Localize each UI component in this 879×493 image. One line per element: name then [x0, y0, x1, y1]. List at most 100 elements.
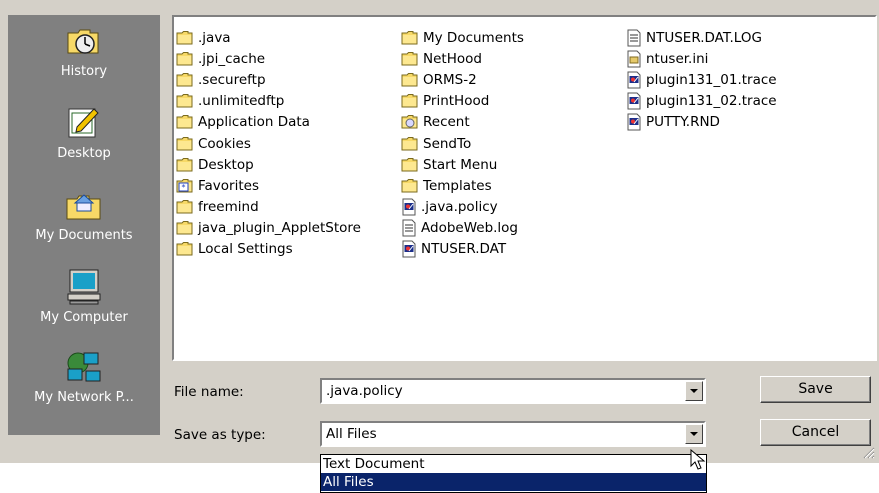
file-item[interactable]: Local Settings [176, 239, 361, 260]
file-item[interactable]: .secureftp [176, 69, 361, 90]
folder-icon [401, 136, 423, 152]
file-item[interactable]: Start Menu [401, 154, 524, 175]
file-item[interactable]: Cookies [176, 133, 361, 154]
file-name: NTUSER.DAT [421, 241, 507, 258]
file-item[interactable]: .jpi_cache [176, 48, 361, 69]
file-name: Cookies [198, 135, 251, 152]
file-icon [626, 113, 646, 131]
file-item[interactable]: Templates [401, 175, 524, 196]
file-item[interactable]: plugin131_01.trace [626, 69, 777, 90]
file-name: PUTTY.RND [646, 114, 720, 131]
folder-icon [176, 114, 198, 130]
file-item[interactable]: freemind [176, 197, 361, 218]
file-name: ORMS-2 [423, 71, 477, 88]
place-network-places[interactable]: My Network P... [8, 347, 160, 406]
filename-dropdown-button[interactable] [685, 381, 703, 401]
save-type-value[interactable]: All Files [326, 426, 377, 442]
svg-text:*: * [182, 183, 186, 192]
cancel-button[interactable]: Cancel [760, 419, 871, 446]
folder-icon [176, 220, 198, 236]
file-name: java_plugin_AppletStore [198, 220, 361, 237]
filename-label: File name: [174, 384, 244, 400]
ini-file-icon [626, 50, 646, 68]
folder-icon [401, 157, 423, 173]
folder-icon [401, 93, 423, 109]
place-my-computer[interactable]: My Computer [8, 267, 160, 326]
file-name: Start Menu [423, 156, 498, 173]
file-item[interactable]: Recent [401, 112, 524, 133]
file-item[interactable]: plugin131_02.trace [626, 91, 777, 112]
save-type-dropdown-button[interactable] [685, 424, 703, 444]
file-name: plugin131_02.trace [646, 93, 777, 110]
file-item[interactable]: .java.policy [401, 197, 524, 218]
file-item[interactable]: Desktop [176, 154, 361, 175]
folder-icon [176, 51, 198, 67]
place-label: My Documents [35, 228, 133, 243]
folder-icon [176, 93, 198, 109]
save-type-label: Save as type: [174, 427, 266, 443]
file-column-3: NTUSER.DAT.LOG ntuser.ini plugin131_01.tra… [626, 27, 777, 133]
file-item[interactable]: NetHood [401, 48, 524, 69]
file-name: Local Settings [198, 241, 293, 258]
folder-icon [401, 30, 423, 46]
folder-icon [401, 178, 423, 194]
place-desktop[interactable]: Desktop [8, 103, 160, 162]
file-name: AdobeWeb.log [421, 220, 519, 237]
file-icon [626, 71, 646, 89]
file-item[interactable]: java_plugin_AppletStore [176, 218, 361, 239]
file-icon [401, 198, 421, 216]
history-icon [64, 21, 104, 61]
file-item[interactable]: * Favorites [176, 175, 361, 196]
save-button[interactable]: Save [760, 376, 871, 403]
file-name: .secureftp [198, 71, 266, 88]
text-file-icon [626, 29, 646, 47]
file-name: Templates [423, 177, 492, 194]
file-item[interactable]: My Documents [401, 27, 524, 48]
my-computer-icon [64, 267, 104, 307]
file-item[interactable]: ORMS-2 [401, 69, 524, 90]
file-column-1: .java .jpi_cache .secureftp .unlimitedftp Ap… [176, 27, 361, 260]
place-label: My Network P... [34, 390, 134, 405]
file-name: .jpi_cache [198, 50, 266, 67]
file-name: PrintHood [423, 93, 490, 110]
file-item[interactable]: NTUSER.DAT.LOG [626, 27, 777, 48]
place-history[interactable]: History [8, 21, 160, 80]
file-item[interactable]: SendTo [401, 133, 524, 154]
folder-icon [176, 157, 198, 173]
file-item[interactable]: AdobeWeb.log [401, 218, 524, 239]
folder-icon [401, 72, 423, 88]
file-item[interactable]: PUTTY.RND [626, 112, 777, 133]
folder-icon [176, 199, 198, 215]
place-label: Desktop [57, 146, 111, 161]
save-type-combo[interactable]: All Files [320, 421, 706, 447]
place-my-documents[interactable]: My Documents [8, 185, 160, 244]
filename-combo[interactable]: .java.policy [320, 378, 706, 404]
file-item[interactable]: PrintHood [401, 91, 524, 112]
file-name: NTUSER.DAT.LOG [646, 29, 762, 46]
place-label: My Computer [40, 310, 128, 325]
file-item[interactable]: NTUSER.DAT [401, 239, 524, 260]
folder-icon [401, 51, 423, 67]
save-dialog: History Desktop My Documents My Computer My … [0, 0, 879, 463]
my-documents-icon [64, 185, 104, 225]
folder-icon [176, 241, 198, 257]
network-places-icon [64, 347, 104, 387]
file-item[interactable]: .unlimitedftp [176, 91, 361, 112]
file-item[interactable]: .java [176, 27, 361, 48]
save-type-option[interactable]: All Files [321, 473, 706, 491]
filename-value[interactable]: .java.policy [326, 383, 403, 399]
file-name: .unlimitedftp [198, 93, 285, 110]
file-name: Recent [423, 114, 470, 131]
resize-grip-icon[interactable] [863, 447, 875, 459]
file-name: .java [198, 29, 231, 46]
file-name: SendTo [423, 135, 472, 152]
favorites-folder-icon: * [176, 178, 198, 194]
file-list[interactable]: .java .jpi_cache .secureftp .unlimitedftp Ap… [172, 15, 877, 361]
text-file-icon [401, 219, 421, 237]
file-name: Application Data [198, 114, 310, 131]
file-item[interactable]: ntuser.ini [626, 48, 777, 69]
save-type-option[interactable]: Text Document [321, 455, 706, 473]
file-name: plugin131_01.trace [646, 71, 777, 88]
file-name: .java.policy [421, 199, 498, 216]
file-item[interactable]: Application Data [176, 112, 361, 133]
